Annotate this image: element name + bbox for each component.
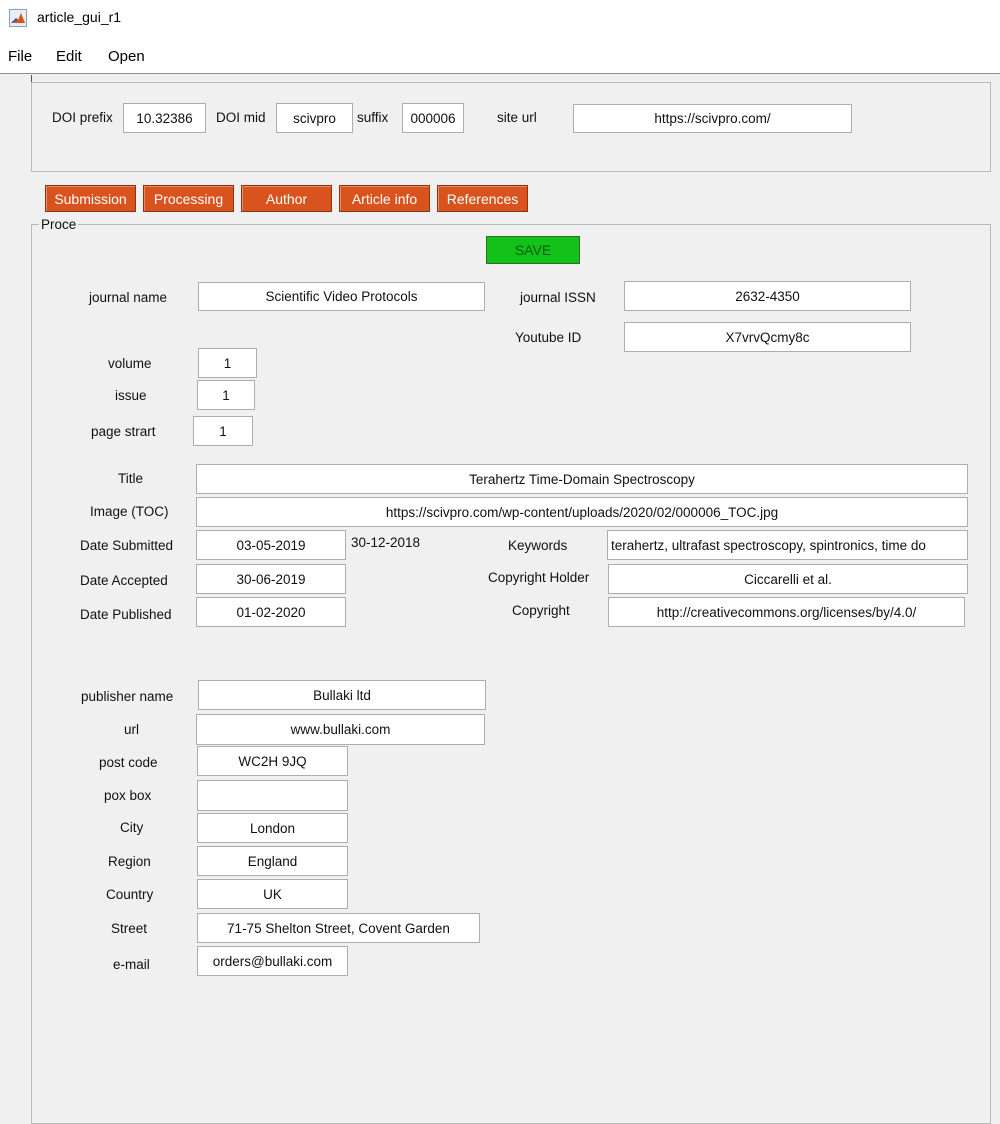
email-label: e-mail (113, 957, 150, 972)
doi-prefix-field[interactable]: 10.32386 (123, 103, 206, 133)
tab-processing[interactable]: Processing (143, 185, 234, 212)
tab-references[interactable]: References (437, 185, 528, 212)
pox-box-label: pox box (104, 788, 152, 803)
youtube-id-label: Youtube ID (515, 330, 582, 345)
tab-submission[interactable]: Submission (45, 185, 136, 212)
processing-panel (31, 224, 991, 1124)
country-label: Country (106, 887, 154, 902)
save-button[interactable]: SAVE (486, 236, 580, 264)
title-field[interactable]: Terahertz Time-Domain Spectroscopy (196, 464, 968, 494)
youtube-id-field[interactable]: X7vrvQcmy8c (624, 322, 911, 352)
date-submitted-field[interactable]: 03-05-2019 (196, 530, 346, 560)
journal-name-label: journal name (89, 290, 168, 305)
publisher-name-field[interactable]: Bullaki ltd (198, 680, 486, 710)
doi-mid-label: DOI mid (216, 110, 266, 125)
date-submitted-label: Date Submitted (80, 538, 174, 553)
journal-name-field[interactable]: Scientific Video Protocols (198, 282, 485, 311)
post-code-label: post code (99, 755, 158, 770)
panel-title: Proce (39, 217, 79, 232)
volume-field[interactable]: 1 (198, 348, 257, 378)
city-field[interactable]: London (197, 813, 348, 843)
journal-issn-field[interactable]: 2632-4350 (624, 281, 911, 311)
doi-mid-field[interactable]: scivpro (276, 103, 353, 133)
doi-prefix-label: DOI prefix (52, 110, 113, 125)
publisher-url-label: url (124, 722, 140, 737)
page-start-field[interactable]: 1 (193, 416, 253, 446)
title-label: Title (118, 471, 144, 486)
copyright-holder-field[interactable]: Ciccarelli et al. (608, 564, 968, 594)
street-label: Street (111, 921, 148, 936)
extra-date-text: 30-12-2018 (351, 535, 421, 550)
street-field[interactable]: 71-75 Shelton Street, Covent Garden (197, 913, 480, 943)
country-field[interactable]: UK (197, 879, 348, 909)
date-published-label: Date Published (80, 607, 172, 622)
keywords-field[interactable]: terahertz, ultrafast spectroscopy, spint… (607, 530, 968, 560)
issue-field[interactable]: 1 (197, 380, 255, 410)
menu-bar: File Edit Open (0, 38, 1000, 74)
menu-edit[interactable]: Edit (56, 48, 82, 65)
site-url-label: site url (497, 110, 537, 125)
pox-box-field[interactable] (197, 780, 348, 811)
window-title: article_gui_r1 (37, 9, 122, 25)
tab-article-info[interactable]: Article info (339, 185, 430, 212)
copyright-holder-label: Copyright Holder (488, 570, 590, 585)
date-published-field[interactable]: 01-02-2020 (196, 597, 346, 627)
journal-issn-label: journal ISSN (520, 290, 596, 305)
doi-suffix-label: suffix (357, 110, 389, 125)
image-toc-label: Image (TOC) (90, 504, 169, 519)
doi-suffix-field[interactable]: 000006 (402, 103, 464, 133)
email-field[interactable]: orders@bullaki.com (197, 946, 348, 976)
city-label: City (120, 820, 144, 835)
date-accepted-label: Date Accepted (80, 573, 168, 588)
region-label: Region (108, 854, 151, 869)
menu-file[interactable]: File (8, 48, 32, 65)
menu-open[interactable]: Open (108, 48, 145, 65)
frame-tick (31, 75, 32, 82)
matlab-icon (9, 9, 27, 27)
keywords-label: Keywords (508, 538, 568, 553)
date-accepted-field[interactable]: 30-06-2019 (196, 564, 346, 594)
region-field[interactable]: England (197, 846, 348, 876)
copyright-label: Copyright (512, 603, 570, 618)
title-bar: article_gui_r1 (0, 0, 1000, 38)
image-toc-field[interactable]: https://scivpro.com/wp-content/uploads/2… (196, 497, 968, 527)
issue-label: issue (115, 388, 147, 403)
copyright-field[interactable]: http://creativecommons.org/licenses/by/4… (608, 597, 965, 627)
publisher-name-label: publisher name (81, 689, 174, 704)
tab-author[interactable]: Author (241, 185, 332, 212)
volume-label: volume (108, 356, 152, 371)
post-code-field[interactable]: WC2H 9JQ (197, 746, 348, 776)
publisher-url-field[interactable]: www.bullaki.com (196, 714, 485, 745)
page-start-label: page strart (91, 424, 156, 439)
site-url-field[interactable]: https://scivpro.com/ (573, 104, 852, 133)
